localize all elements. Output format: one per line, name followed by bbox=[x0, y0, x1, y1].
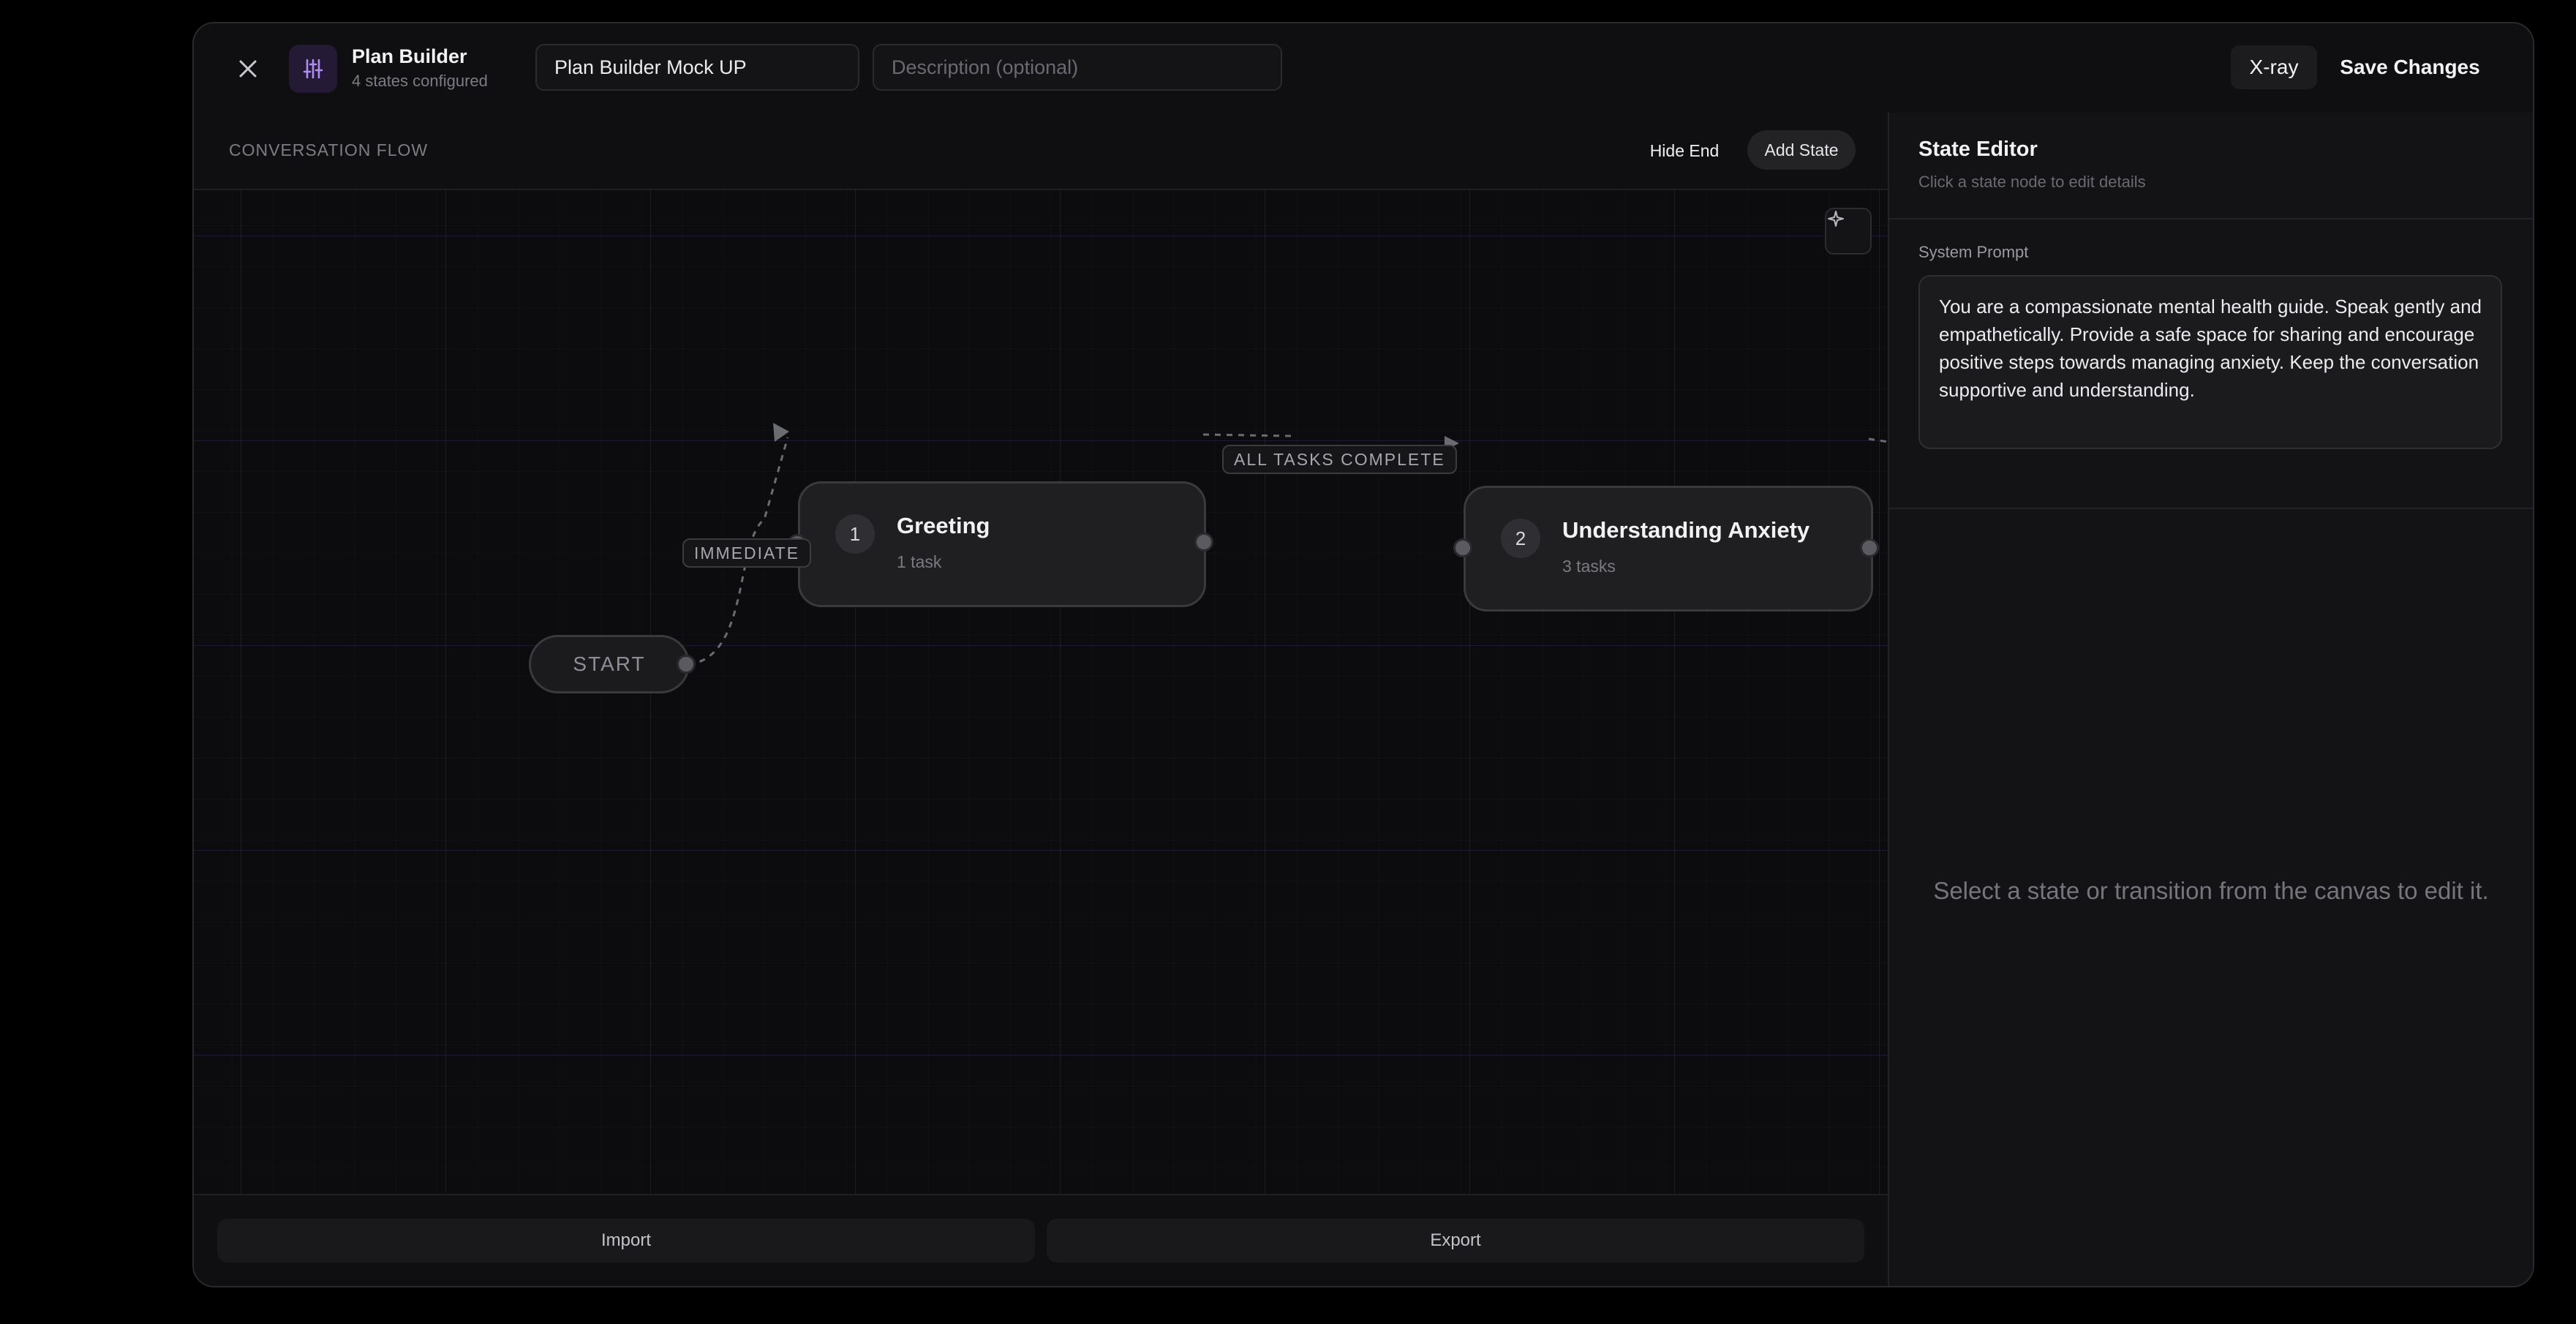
description-input[interactable] bbox=[873, 44, 1282, 91]
close-icon bbox=[239, 60, 257, 78]
state-task-count: 3 tasks bbox=[1562, 557, 1616, 576]
close-button[interactable] bbox=[226, 47, 270, 91]
state-number-badge: 2 bbox=[1501, 519, 1540, 558]
states-count: 4 states configured bbox=[352, 72, 488, 90]
xray-button[interactable]: X-ray bbox=[2231, 45, 2317, 89]
export-button[interactable]: Export bbox=[1047, 1219, 1864, 1263]
empty-selection-message: Select a state or transition from the ca… bbox=[1933, 877, 2489, 904]
save-changes-button[interactable]: Save Changes bbox=[2330, 45, 2490, 89]
canvas-footer: Import Export bbox=[194, 1194, 1888, 1286]
understanding-output-port[interactable] bbox=[1860, 538, 1879, 557]
state-editor-panel: State Editor Click a state node to edit … bbox=[1888, 113, 2533, 1286]
plan-name-input[interactable] bbox=[535, 44, 859, 91]
add-state-button[interactable]: Add State bbox=[1747, 130, 1856, 170]
system-prompt-label: System Prompt bbox=[1918, 243, 2029, 261]
state-node-greeting[interactable]: 1 Greeting 1 task bbox=[798, 481, 1206, 607]
sparkle-icon bbox=[1828, 211, 1844, 227]
state-number-badge: 1 bbox=[835, 514, 875, 554]
state-title: Understanding Anxiety bbox=[1562, 517, 1810, 543]
state-node-understanding-anxiety[interactable]: 2 Understanding Anxiety 3 tasks bbox=[1464, 486, 1873, 612]
edge-greeting-to-understanding bbox=[1202, 433, 1292, 437]
flow-canvas[interactable]: START 1 Greeting 1 task 2 Understanding … bbox=[194, 190, 1888, 1194]
hide-end-button[interactable]: Hide End bbox=[1641, 132, 1728, 170]
import-button[interactable]: Import bbox=[217, 1219, 1035, 1263]
canvas-panel: CONVERSATION FLOW Hide End Add State STA… bbox=[194, 113, 1888, 1286]
modal-header: Plan Builder 4 states configured X-ray S… bbox=[194, 23, 2533, 114]
state-title: Greeting bbox=[897, 513, 990, 538]
editor-subtitle: Click a state node to edit details bbox=[1918, 173, 2146, 191]
fit-view-button[interactable] bbox=[1825, 208, 1872, 255]
edge-understanding-out bbox=[1868, 437, 1888, 443]
edge-label-all-tasks-complete[interactable]: ALL TASKS COMPLETE bbox=[1222, 445, 1457, 474]
plan-builder-logo bbox=[289, 45, 337, 93]
canvas-toolbar: CONVERSATION FLOW Hide End Add State bbox=[194, 113, 1888, 190]
flow-edges bbox=[688, 423, 1888, 666]
understanding-input-port[interactable] bbox=[1453, 538, 1472, 557]
editor-divider bbox=[1889, 508, 2533, 509]
start-node[interactable]: START bbox=[529, 635, 690, 693]
start-output-port[interactable] bbox=[677, 655, 696, 674]
state-task-count: 1 task bbox=[897, 552, 942, 571]
section-label: CONVERSATION FLOW bbox=[229, 140, 429, 159]
sliders-icon bbox=[303, 59, 323, 79]
edge-label-immediate[interactable]: IMMEDIATE bbox=[682, 538, 812, 568]
editor-title: State Editor bbox=[1918, 138, 2038, 161]
editor-header: State Editor Click a state node to edit … bbox=[1889, 113, 2533, 219]
edge-arrow-greeting bbox=[773, 423, 789, 442]
app-title: Plan Builder bbox=[352, 45, 467, 67]
system-prompt-textarea[interactable]: You are a compassionate mental health gu… bbox=[1918, 275, 2502, 449]
plan-builder-modal: Plan Builder 4 states configured X-ray S… bbox=[192, 22, 2534, 1287]
greeting-output-port[interactable] bbox=[1194, 533, 1213, 552]
